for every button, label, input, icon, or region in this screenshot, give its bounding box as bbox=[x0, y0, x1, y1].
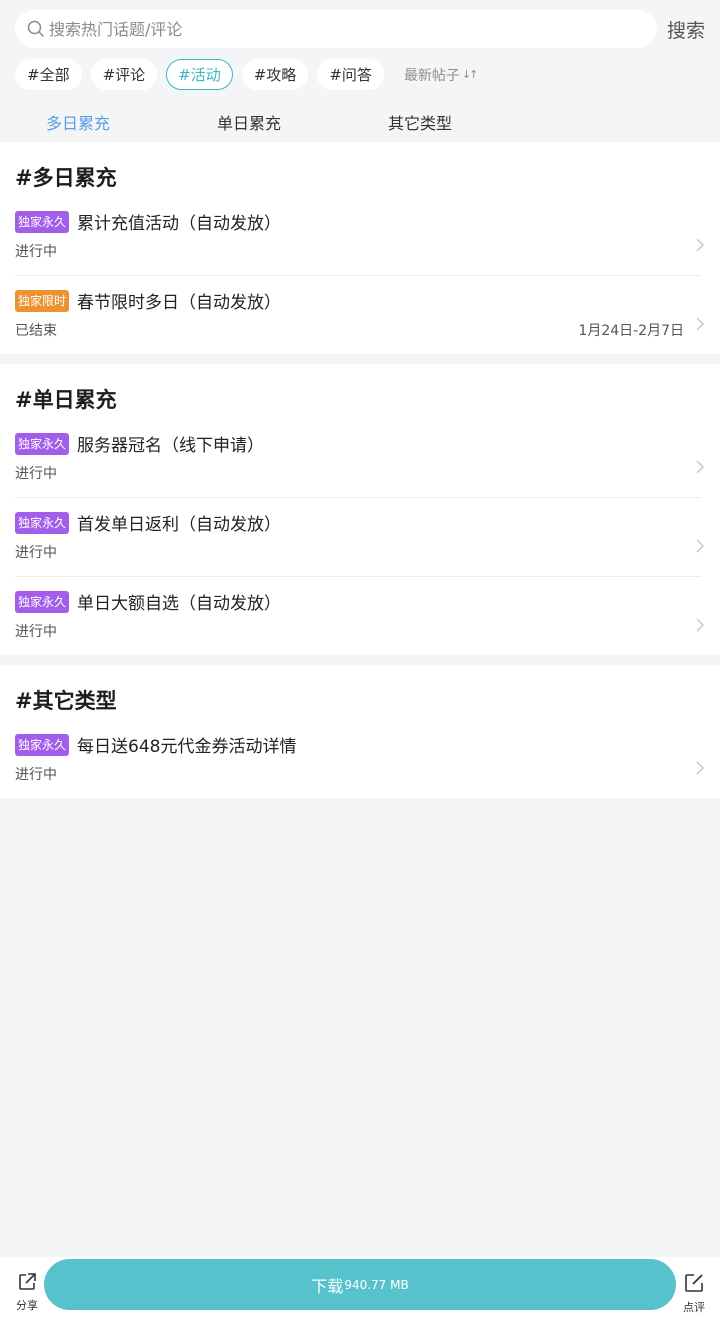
edit-icon bbox=[685, 1274, 703, 1292]
search-input[interactable] bbox=[49, 19, 609, 39]
tab-multi-day[interactable]: 多日累充 bbox=[46, 110, 110, 134]
list-item[interactable]: 独家永久 首发单日返利（自动发放） 进行中 bbox=[0, 512, 720, 591]
item-status: 进行中 bbox=[15, 466, 57, 482]
item-status: 已结束 bbox=[15, 323, 57, 339]
list-item[interactable]: 独家限时 春节限时多日（自动发放） 已结束 1月24日-2月7日 bbox=[0, 290, 720, 369]
download-size: 940.77 MB bbox=[344, 1277, 409, 1292]
sort-label: 最新帖子 bbox=[403, 67, 460, 84]
chip-qa[interactable]: #问答 bbox=[317, 59, 384, 90]
list-item[interactable]: 独家永久 单日大额自选（自动发放） 进行中 bbox=[0, 591, 720, 670]
section-title: #多日累充 bbox=[15, 166, 117, 190]
review-button[interactable]: 点评 bbox=[680, 1272, 708, 1315]
review-label: 点评 bbox=[683, 1301, 705, 1314]
item-status: 进行中 bbox=[15, 545, 57, 561]
list-item[interactable]: 独家永久 服务器冠名（线下申请） 进行中 bbox=[0, 433, 720, 512]
item-status: 进行中 bbox=[15, 767, 57, 783]
chip-activities[interactable]: #活动 bbox=[166, 59, 233, 90]
badge-permanent: 独家永久 bbox=[15, 433, 70, 455]
list-item[interactable]: 独家永久 累计充值活动（自动发放） 进行中 bbox=[0, 211, 720, 290]
divider bbox=[15, 576, 701, 577]
download-label: 下载 bbox=[311, 1276, 344, 1296]
section-other: #其它类型 独家永久 每日送648元代金券活动详情 进行中 bbox=[0, 665, 720, 798]
tab-other[interactable]: 其它类型 bbox=[388, 110, 452, 134]
item-title: 服务器冠名（线下申请） bbox=[77, 436, 264, 456]
section-title: #单日累充 bbox=[15, 388, 117, 412]
sort-latest-posts[interactable]: 最新帖子 ↓↑ bbox=[403, 65, 479, 85]
item-title: 春节限时多日（自动发放） bbox=[77, 293, 281, 313]
badge-permanent: 独家永久 bbox=[15, 734, 70, 756]
top-bar: 搜索 #全部 #评论 #活动 #攻略 #问答 最新帖子 ↓↑ 多日累充 单日累充… bbox=[0, 0, 720, 142]
section-single-day: #单日累充 独家永久 服务器冠名（线下申请） 进行中 独家永久 首发单日返利（自… bbox=[0, 364, 720, 655]
chevron-right-icon bbox=[696, 460, 704, 474]
sort-arrows-icon: ↓↑ bbox=[461, 68, 479, 81]
list-item[interactable]: 独家永久 每日送648元代金券活动详情 进行中 bbox=[0, 734, 720, 813]
item-title: 首发单日返利（自动发放） bbox=[77, 515, 281, 535]
chevron-right-icon bbox=[696, 539, 704, 553]
item-status: 进行中 bbox=[15, 624, 57, 640]
item-title: 单日大额自选（自动发放） bbox=[77, 594, 281, 614]
badge-permanent: 独家永久 bbox=[15, 512, 70, 534]
search-icon bbox=[27, 20, 44, 37]
chip-comments[interactable]: #评论 bbox=[90, 59, 158, 90]
divider bbox=[15, 497, 701, 498]
share-label: 分享 bbox=[16, 1299, 38, 1312]
item-title: 累计充值活动（自动发放） bbox=[77, 214, 281, 234]
chip-all[interactable]: #全部 bbox=[15, 59, 82, 90]
tab-single-day[interactable]: 单日累充 bbox=[217, 110, 281, 134]
section-title: #其它类型 bbox=[15, 689, 117, 713]
section-multi-day: #多日累充 独家永久 累计充值活动（自动发放） 进行中 独家限时 春节限时多日（… bbox=[0, 142, 720, 354]
badge-limited: 独家限时 bbox=[15, 290, 70, 312]
bottom-bar: 分享 下载 940.77 MB 点评 bbox=[0, 1257, 720, 1317]
search-box[interactable] bbox=[15, 10, 657, 48]
download-button[interactable]: 下载 940.77 MB bbox=[44, 1259, 676, 1310]
chip-guides[interactable]: #攻略 bbox=[241, 59, 309, 90]
share-icon bbox=[19, 1273, 36, 1290]
divider bbox=[15, 275, 701, 276]
chevron-right-icon bbox=[696, 618, 704, 632]
chevron-right-icon bbox=[696, 317, 704, 331]
share-button[interactable]: 分享 bbox=[13, 1272, 41, 1313]
item-date-range: 1月24日-2月7日 bbox=[578, 323, 684, 339]
item-status: 进行中 bbox=[15, 244, 57, 260]
badge-permanent: 独家永久 bbox=[15, 211, 70, 233]
search-button[interactable]: 搜索 bbox=[667, 16, 705, 43]
item-title: 每日送648元代金券活动详情 bbox=[77, 737, 297, 757]
chevron-right-icon bbox=[696, 761, 704, 775]
badge-permanent: 独家永久 bbox=[15, 591, 70, 613]
topic-chips: #全部 #评论 #活动 #攻略 #问答 最新帖子 ↓↑ bbox=[15, 59, 479, 90]
chevron-right-icon bbox=[696, 238, 704, 252]
category-tabs: 多日累充 单日累充 其它类型 bbox=[0, 106, 720, 136]
